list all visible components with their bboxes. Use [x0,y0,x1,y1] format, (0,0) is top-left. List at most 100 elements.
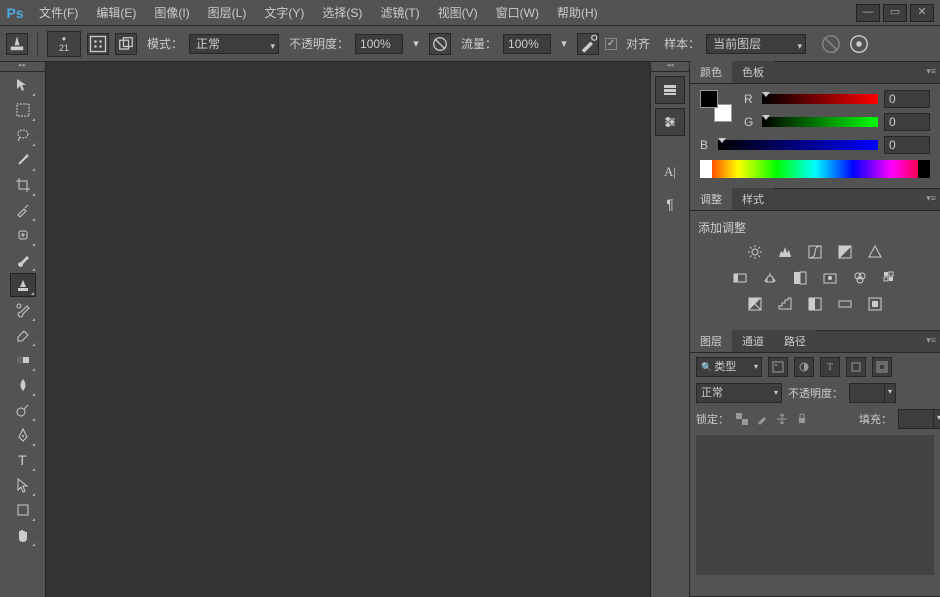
panel-menu-icon[interactable]: ▾≡ [926,335,936,346]
dock-collapse-icon[interactable]: ◂◂ [651,62,689,72]
tab-color[interactable]: 颜色 [690,61,732,83]
levels-icon[interactable] [776,244,794,260]
g-input[interactable]: 0 [884,113,930,131]
layer-fill-input[interactable] [898,409,934,429]
dodge-tool[interactable] [10,398,36,422]
marquee-tool[interactable] [10,98,36,122]
filter-pixel-icon[interactable] [768,357,788,377]
menu-window[interactable]: 窗口(W) [487,0,548,26]
tool-preset-icon[interactable] [6,33,28,55]
threshold-icon[interactable] [806,296,824,312]
layer-blend-mode[interactable]: 正常 [696,383,782,403]
layer-opacity-input[interactable] [849,383,885,403]
g-slider[interactable] [762,117,878,127]
opacity-input[interactable]: 100% [355,34,403,54]
exposure-icon[interactable] [836,244,854,260]
panel-menu-icon[interactable]: ▾≡ [926,193,936,204]
r-slider[interactable] [762,94,878,104]
filter-adjust-icon[interactable] [794,357,814,377]
character-panel-icon[interactable]: A| [655,158,685,186]
tab-styles[interactable]: 样式 [732,188,774,210]
panel-menu-icon[interactable]: ▾≡ [926,66,936,77]
b-input[interactable]: 0 [884,136,930,154]
history-brush-tool[interactable] [10,298,36,322]
sample-select[interactable]: 当前图层 [706,34,806,54]
eyedropper-tool[interactable] [10,198,36,222]
eraser-tool[interactable] [10,323,36,347]
bw-icon[interactable] [791,270,809,286]
tab-channels[interactable]: 通道 [732,330,774,352]
vibrance-icon[interactable] [866,244,884,260]
close-button[interactable]: ✕ [910,4,934,22]
selective-color-icon[interactable] [866,296,884,312]
menu-file[interactable]: 文件(F) [30,0,87,26]
color-lookup-icon[interactable] [881,270,899,286]
menu-select[interactable]: 选择(S) [313,0,371,26]
filter-shape-icon[interactable] [846,357,866,377]
gradient-map-icon[interactable] [836,296,854,312]
brightness-icon[interactable] [746,244,764,260]
toolbox-collapse-icon[interactable]: ▸▸ [0,62,45,72]
tab-swatches[interactable]: 色板 [732,61,774,83]
r-input[interactable]: 0 [884,90,930,108]
healing-tool[interactable] [10,223,36,247]
airbrush-icon[interactable] [577,33,599,55]
shape-tool[interactable] [10,498,36,522]
wand-tool[interactable] [10,148,36,172]
canvas-area[interactable] [46,62,650,597]
channel-mixer-icon[interactable] [851,270,869,286]
posterize-icon[interactable] [776,296,794,312]
align-checkbox[interactable]: ✓ [605,38,617,50]
history-panel-icon[interactable] [655,76,685,104]
lock-pixels-icon[interactable] [755,412,769,426]
tab-paths[interactable]: 路径 [774,330,816,352]
menu-filter[interactable]: 滤镜(T) [371,0,428,26]
clone-source-icon[interactable] [115,33,137,55]
type-tool[interactable]: T [10,448,36,472]
tab-adjustments[interactable]: 调整 [690,188,732,210]
gradient-tool[interactable] [10,348,36,372]
crop-tool[interactable] [10,173,36,197]
pressure-size-icon[interactable] [848,33,870,55]
lock-position-icon[interactable] [775,412,789,426]
opacity-dropdown-icon[interactable]: ▾ [409,33,423,55]
menu-type[interactable]: 文字(Y) [255,0,313,26]
fg-bg-color-picker[interactable] [700,90,732,122]
layer-list[interactable] [696,435,934,575]
foreground-color-swatch[interactable] [700,90,718,108]
filter-type-icon[interactable]: T [820,357,840,377]
lock-transparency-icon[interactable] [735,412,749,426]
paragraph-panel-icon[interactable]: ¶ [655,190,685,218]
hue-sat-icon[interactable] [731,270,749,286]
hand-tool[interactable] [10,523,36,547]
lasso-tool[interactable] [10,123,36,147]
flow-input[interactable]: 100% [503,34,551,54]
ignore-adjust-icon[interactable] [820,33,842,55]
b-slider[interactable] [718,140,878,150]
brush-preview[interactable]: 21 [47,31,81,57]
menu-image[interactable]: 图像(I) [145,0,198,26]
lock-all-icon[interactable] [795,412,809,426]
color-balance-icon[interactable] [761,270,779,286]
blend-mode-select[interactable]: 正常 [189,34,279,54]
pressure-opacity-icon[interactable] [429,33,451,55]
menu-view[interactable]: 视图(V) [429,0,487,26]
tab-layers[interactable]: 图层 [690,330,732,352]
menu-help[interactable]: 帮助(H) [548,0,607,26]
brush-panel-icon[interactable] [87,33,109,55]
curves-icon[interactable] [806,244,824,260]
menu-layer[interactable]: 图层(L) [199,0,256,26]
flow-dropdown-icon[interactable]: ▾ [557,33,571,55]
brush-tool[interactable] [10,248,36,272]
blur-tool[interactable] [10,373,36,397]
maximize-button[interactable]: ▭ [883,4,907,22]
photo-filter-icon[interactable] [821,270,839,286]
pen-tool[interactable] [10,423,36,447]
invert-icon[interactable] [746,296,764,312]
filter-smart-icon[interactable] [872,357,892,377]
clone-stamp-tool[interactable] [10,273,36,297]
properties-panel-icon[interactable] [655,108,685,136]
move-tool[interactable] [10,73,36,97]
layer-filter-kind[interactable]: 类型 [696,357,762,377]
color-spectrum[interactable] [700,160,930,178]
